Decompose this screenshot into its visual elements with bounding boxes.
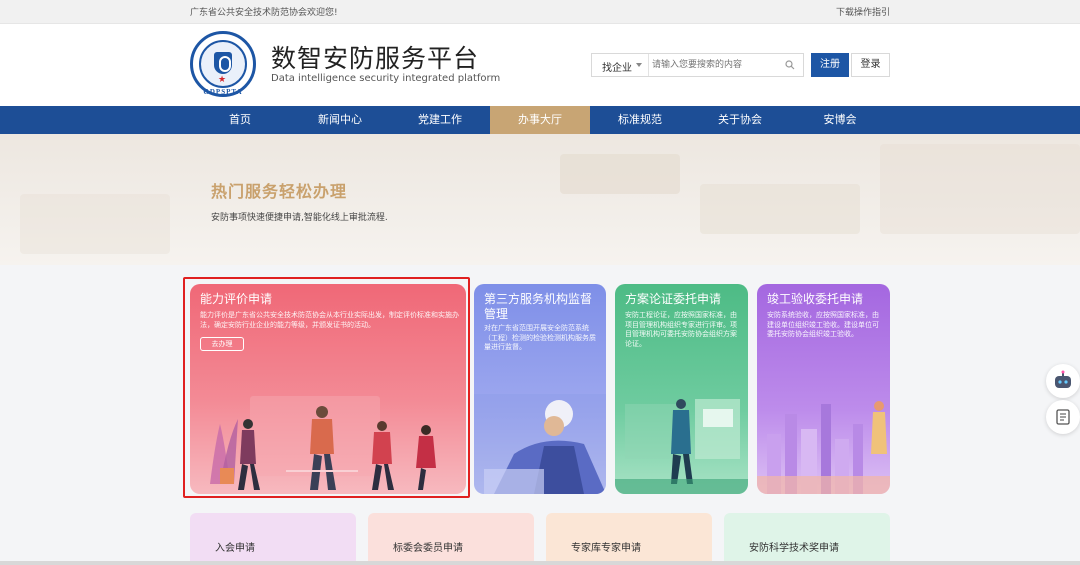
card-description: 安防系统验收，应按照国家标准，由建设单位组织竣工验收。建设单位可委托安防协会组织… xyxy=(767,311,879,338)
nav-service-hall[interactable]: 办事大厅 xyxy=(490,106,590,134)
card-title: 能力评价申请 xyxy=(200,292,273,306)
search-input[interactable] xyxy=(652,56,777,74)
service-card-capability-evaluation[interactable]: 能力评价申请 能力评价是广东省公共安全技术防范协会从本行业实际出发，制定评价标准… xyxy=(190,284,466,494)
nav-standards[interactable]: 标准规范 xyxy=(590,106,690,134)
card-description: 能力评价是广东省公共安全技术防范协会从本行业实际出发，制定评价标准和实施办法，确… xyxy=(200,311,459,329)
search-category-label: 找企业 xyxy=(602,63,632,74)
card-title: 第三方服务机构监督管理 xyxy=(484,292,593,321)
header: ★ GDPSPTA 数智安防服务平台 Data intelligence sec… xyxy=(0,24,1080,106)
nav-news[interactable]: 新闻中心 xyxy=(290,106,390,134)
chevron-down-icon xyxy=(636,63,642,67)
hero-decoration xyxy=(700,184,860,234)
engineer-illustration xyxy=(474,394,606,494)
nav-party-work[interactable]: 党建工作 xyxy=(390,106,490,134)
shield-icon xyxy=(214,52,232,74)
hero-decoration xyxy=(20,194,170,254)
hero-decoration xyxy=(560,154,680,194)
go-handle-button[interactable]: 去办理 xyxy=(200,337,244,351)
expert-database-application-card[interactable]: 专家库专家申请 xyxy=(546,513,712,565)
sub-card-label: 安防科学技术奖申请 xyxy=(749,543,839,554)
card-description: 对在广东省范围开展安全防范系统（工程）检测的检验检测机构服务质量进行监督。 xyxy=(484,324,596,351)
main-nav: 首页 新闻中心 党建工作 办事大厅 标准规范 关于协会 安博会 xyxy=(0,106,1080,134)
committee-member-application-card[interactable]: 标委会委员申请 xyxy=(368,513,534,565)
horizontal-scrollbar[interactable] xyxy=(0,561,1080,565)
site-title: 数智安防服务平台 xyxy=(271,44,480,73)
hero-banner: 热门服务轻松办理 安防事项快速便捷申请,智能化线上审批流程. xyxy=(0,134,1080,265)
card-description: 安防工程论证，应按照国家标准，由项目管理机构组织专家进行评审。项目管理机构可委托… xyxy=(625,311,737,348)
document-icon xyxy=(1056,409,1070,425)
sub-card-label: 专家库专家申请 xyxy=(571,543,641,554)
sub-card-label: 标委会委员申请 xyxy=(393,543,463,554)
nav-home[interactable]: 首页 xyxy=(190,106,290,134)
nav-about[interactable]: 关于协会 xyxy=(690,106,790,134)
site-subtitle: Data intelligence security integrated pl… xyxy=(271,73,501,84)
nav-expo[interactable]: 安博会 xyxy=(790,106,890,134)
welcome-text: 广东省公共安全技术防范协会欢迎您! xyxy=(190,8,338,18)
service-card-proposal-review[interactable]: 方案论证委托申请 安防工程论证，应按照国家标准，由项目管理机构组织专家进行评审。… xyxy=(615,284,748,494)
feedback-button[interactable] xyxy=(1046,400,1080,434)
download-guide-link[interactable]: 下载操作指引 xyxy=(836,5,890,18)
hero-decoration xyxy=(880,144,1080,234)
service-card-completion-acceptance[interactable]: 竣工验收委托申请 安防系统验收，应按照国家标准，由建设单位组织竣工验收。建设单位… xyxy=(757,284,890,494)
city-skyline-illustration xyxy=(757,401,890,494)
star-icon: ★ xyxy=(218,75,227,85)
membership-application-card[interactable]: 入会申请 xyxy=(190,513,356,565)
register-button[interactable]: 注册 xyxy=(811,53,849,77)
card-title: 竣工验收委托申请 xyxy=(767,292,864,306)
login-button[interactable]: 登录 xyxy=(851,53,890,77)
service-card-third-party-supervision[interactable]: 第三方服务机构监督管理 对在广东省范围开展安全防范系统（工程）检测的检验检测机构… xyxy=(474,284,606,494)
control-room-illustration xyxy=(615,399,748,494)
hero-subtitle: 安防事项快速便捷申请,智能化线上审批流程. xyxy=(211,213,388,223)
business-people-illustration xyxy=(210,396,436,490)
logo[interactable]: ★ GDPSPTA xyxy=(190,31,256,97)
search-bar: 找企业 xyxy=(591,53,804,77)
sub-card-label: 入会申请 xyxy=(215,543,255,554)
logo-text: GDPSPTA xyxy=(203,88,243,96)
top-bar: 广东省公共安全技术防范协会欢迎您! 下载操作指引 xyxy=(0,0,1080,24)
search-icon[interactable] xyxy=(785,60,795,70)
chatbot-button[interactable] xyxy=(1046,364,1080,398)
search-category-select[interactable]: 找企业 xyxy=(592,54,649,76)
logo-emblem: ★ xyxy=(199,40,247,88)
science-tech-award-application-card[interactable]: 安防科学技术奖申请 xyxy=(724,513,890,565)
card-title: 方案论证委托申请 xyxy=(625,292,722,306)
hero-title: 热门服务轻松办理 xyxy=(211,182,348,201)
robot-icon xyxy=(1055,370,1071,388)
